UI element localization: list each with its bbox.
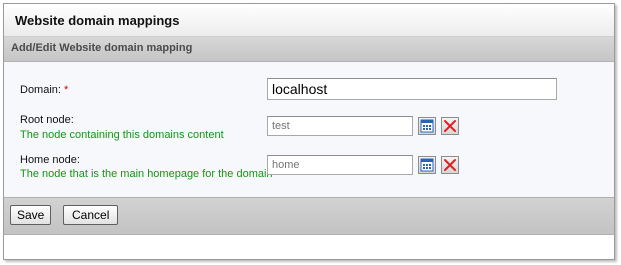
root-node-picker-button[interactable] <box>418 117 436 135</box>
home-node-clear-button[interactable] <box>441 156 459 174</box>
root-node-hint: The node containing this domains content <box>20 129 224 141</box>
home-node-picker-button[interactable] <box>418 156 436 174</box>
domain-mappings-window: Website domain mappings Add/Edit Website… <box>3 3 615 260</box>
mapping-form: Domain: * Root node: The node containing… <box>4 62 614 197</box>
domain-label-text: Domain: <box>20 84 61 96</box>
button-bar: Save Cancel <box>4 197 614 235</box>
domain-input[interactable] <box>267 78 557 100</box>
root-node-input[interactable] <box>267 116 413 136</box>
save-button[interactable]: Save <box>10 205 52 225</box>
required-marker: * <box>64 84 69 96</box>
title-bar: Website domain mappings <box>4 4 614 37</box>
cancel-button[interactable]: Cancel <box>63 205 119 225</box>
calendar-grid-icon <box>420 158 434 172</box>
home-node-label: Home node: <box>20 154 80 166</box>
calendar-grid-icon <box>420 119 434 133</box>
panel-header: Add/Edit Website domain mapping <box>4 37 614 62</box>
domain-label: Domain: * <box>20 84 68 96</box>
home-node-input[interactable] <box>267 155 413 175</box>
root-node-clear-button[interactable] <box>441 117 459 135</box>
red-x-icon <box>444 120 456 132</box>
root-node-label: Root node: <box>20 114 74 126</box>
panel-title: Add/Edit Website domain mapping <box>11 42 193 54</box>
red-x-icon <box>444 159 456 171</box>
home-node-hint: The node that is the main homepage for t… <box>20 168 273 180</box>
page-title: Website domain mappings <box>15 13 180 28</box>
